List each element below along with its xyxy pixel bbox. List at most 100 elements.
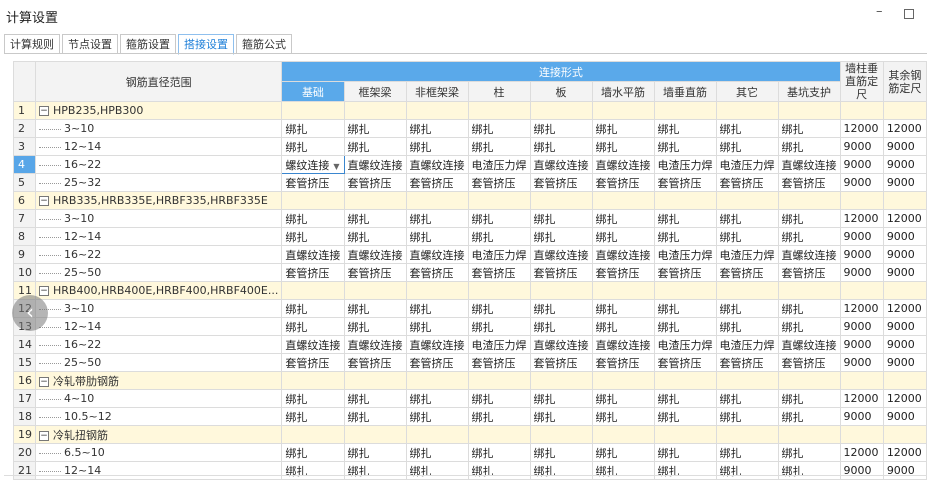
connection-cell[interactable]: 套管挤压 [653,173,717,192]
prev-nav-button[interactable]: ‹ [12,295,48,331]
connection-cell[interactable]: 绑扎 [529,227,593,246]
connection-cell[interactable]: 绑扎 [715,389,779,408]
row-number[interactable]: 9 [13,245,36,264]
minimize-button[interactable]: – [876,4,883,19]
connection-cell[interactable]: 绑扎 [343,317,407,336]
connection-cell[interactable] [529,281,593,300]
connection-cell[interactable]: 直螺纹连接 [529,335,593,354]
table-row[interactable]: 15 25~50 套管挤压 套管挤压 套管挤压 套管挤压 套管挤压 套管挤压 套管挤压 套管挤压套… [13,353,927,372]
connection-cell[interactable]: 电渣压力焊 [715,155,779,174]
connection-cell[interactable]: 直螺纹连接 [777,335,841,354]
connection-cell[interactable]: 绑扎 [529,407,593,426]
connection-cell[interactable] [281,371,345,390]
connection-cell[interactable]: 直螺纹连接 [343,335,407,354]
connection-cell[interactable]: 绑扎 [343,137,407,156]
connection-cell[interactable]: 绑扎 [653,317,717,336]
connection-cell[interactable] [405,281,469,300]
other-length-cell[interactable]: 9000 [882,245,927,264]
connection-cell[interactable]: 套管挤压 [529,263,593,282]
other-length-cell[interactable]: 9000 [882,137,927,156]
wall-column-length-cell[interactable]: 12000 [839,119,884,138]
collapse-icon[interactable]: − [39,196,49,206]
table-row[interactable]: 8 12~14 绑扎 绑扎 绑扎 绑扎 绑扎 绑扎 绑扎 绑扎 绑扎 9000 9000 [13,227,927,246]
wall-column-length-cell[interactable]: 9000 [839,137,884,156]
connection-cell[interactable]: 套管挤压 [591,353,655,372]
connection-cell[interactable] [777,425,841,444]
group-row[interactable]: 11− HRB400,HRB400E,HRBF400,HRBF400E... [13,281,927,300]
connection-cell[interactable] [529,191,593,210]
table-row[interactable]: 7 3~10 绑扎 绑扎 绑扎 绑扎 绑扎 绑扎 绑扎 绑扎 绑扎 12000 12000 [13,209,927,228]
connection-cell[interactable]: 直螺纹连接 [591,245,655,264]
connection-cell[interactable]: 绑扎 [715,227,779,246]
connection-cell[interactable]: 绑扎 [777,137,841,156]
maximize-button[interactable] [904,9,914,19]
connection-cell[interactable]: 套管挤压 [281,173,345,192]
connection-cell[interactable]: 套管挤压 [343,263,407,282]
connection-cell[interactable]: 套管挤压 [777,353,841,372]
connection-cell[interactable]: 绑扎 [343,209,407,228]
connection-cell[interactable]: 绑扎 [405,137,469,156]
wall-column-length-cell[interactable]: 9000 [839,335,884,354]
connection-cell[interactable]: 绑扎 [529,461,593,480]
connection-cell[interactable] [653,281,717,300]
connection-cell[interactable]: 直螺纹连接 [405,245,469,264]
wall-column-length-cell[interactable]: 9000 [839,263,884,282]
connection-cell[interactable]: 绑扎 [281,137,345,156]
wall-column-length-cell[interactable]: 12000 [839,209,884,228]
group-row[interactable]: 16− 冷轧带肋钢筋 [13,371,927,390]
connection-cell[interactable]: 套管挤压 [653,353,717,372]
connection-dropdown[interactable]: 螺纹连接 ▼ [281,155,345,174]
connection-cell[interactable]: 绑扎 [715,209,779,228]
connection-cell[interactable] [591,425,655,444]
connection-cell[interactable]: 绑扎 [777,209,841,228]
collapse-icon[interactable]: − [39,106,49,116]
connection-cell[interactable]: 绑扎 [653,389,717,408]
connection-cell[interactable] [467,371,531,390]
connection-cell[interactable] [715,191,779,210]
row-number[interactable]: 8 [13,227,36,246]
connection-cell[interactable]: 绑扎 [343,119,407,138]
connection-cell[interactable] [467,425,531,444]
connection-cell[interactable]: 绑扎 [715,137,779,156]
connection-cell[interactable]: 直螺纹连接 [281,245,345,264]
connection-cell[interactable]: 绑扎 [591,407,655,426]
connection-cell[interactable]: 绑扎 [281,389,345,408]
tab-calc-rules[interactable]: 计算规则 [4,34,60,54]
other-length-cell[interactable]: 9000 [882,173,927,192]
wall-column-length-cell[interactable] [839,191,884,210]
connection-cell[interactable]: 绑扎 [653,461,717,480]
connection-cell[interactable]: 绑扎 [467,119,531,138]
connection-cell[interactable]: 绑扎 [777,299,841,318]
other-length-cell[interactable] [882,281,927,300]
other-length-cell[interactable]: 12000 [882,119,927,138]
other-length-cell[interactable] [882,425,927,444]
connection-cell[interactable]: 绑扎 [591,137,655,156]
connection-cell[interactable] [405,191,469,210]
connection-cell[interactable]: 套管挤压 [343,173,407,192]
connection-cell[interactable] [777,371,841,390]
connection-cell[interactable] [529,101,593,120]
other-length-cell[interactable]: 12000 [882,299,927,318]
connection-cell[interactable]: 绑扎 [529,389,593,408]
connection-cell[interactable] [777,191,841,210]
row-number[interactable]: 2 [13,119,36,138]
connection-cell[interactable]: 绑扎 [591,443,655,462]
connection-cell[interactable]: 绑扎 [591,227,655,246]
wall-column-length-cell[interactable]: 9000 [839,173,884,192]
connection-cell[interactable] [343,425,407,444]
connection-cell[interactable]: 绑扎 [653,299,717,318]
group-row[interactable]: 19− 冷轧扭钢筋 [13,425,927,444]
connection-cell[interactable]: 套管挤压 [777,173,841,192]
connection-cell[interactable]: 电渣压力焊 [653,245,717,264]
connection-cell[interactable]: 套管挤压 [777,263,841,282]
connection-cell[interactable] [715,425,779,444]
row-number[interactable]: 6 [13,191,36,210]
row-number[interactable]: 14 [13,335,36,354]
wall-column-length-cell[interactable]: 12000 [839,443,884,462]
other-length-cell[interactable]: 9000 [882,155,927,174]
connection-cell[interactable]: 绑扎 [467,389,531,408]
connection-cell[interactable]: 绑扎 [591,299,655,318]
connection-cell[interactable]: 直螺纹连接 [777,155,841,174]
wall-column-length-cell[interactable]: 9000 [839,245,884,264]
connection-cell[interactable]: 直螺纹连接 [777,245,841,264]
